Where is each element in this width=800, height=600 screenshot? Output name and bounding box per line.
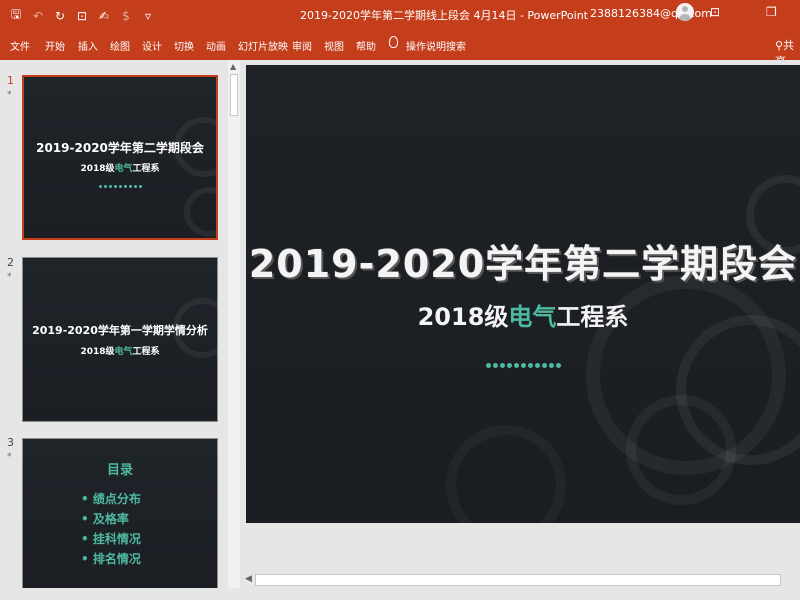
toc-item: 绩点分布 <box>81 489 141 509</box>
decorative-gear <box>184 187 216 237</box>
scroll-left-icon[interactable]: ◀ <box>245 574 252 584</box>
decorative-gear <box>446 425 566 523</box>
tell-me-search[interactable]: 操作说明搜索 <box>406 38 466 53</box>
tab-transitions[interactable]: 切换 <box>174 38 194 53</box>
window-title: 2019-2020学年第二学期线上段会 4月14日 - PowerPoint <box>300 9 588 22</box>
customize-qat-icon[interactable]: ▿ <box>140 9 156 23</box>
tab-design[interactable]: 设计 <box>142 38 162 53</box>
thumbnail-subtitle: 2018级电气工程系 <box>80 347 160 357</box>
slide-thumbnail-2[interactable]: 2019-2020学年第一学期学情分析 2018级电气工程系 <box>22 257 218 422</box>
dot-decoration <box>24 183 216 188</box>
from-beginning-icon[interactable]: ⊡ <box>74 9 90 23</box>
tab-draw[interactable]: 绘图 <box>110 38 130 53</box>
tab-animations[interactable]: 动画 <box>206 38 226 53</box>
tab-review[interactable]: 审阅 <box>292 38 312 53</box>
scrollbar-thumb[interactable] <box>255 574 781 586</box>
slide-thumbnail-3[interactable]: 目录 绩点分布 及格率 挂科情况 排名情况 <box>22 438 218 600</box>
ribbon-display-options-icon[interactable]: ⊡ <box>710 5 720 19</box>
slide-canvas[interactable]: 2019-2020学年第二学期段会 2018级电气工程系 <box>246 65 800 523</box>
currency-icon[interactable]: $ <box>118 9 134 23</box>
slide-number: 2 <box>7 256 14 269</box>
slide-thumbnail-pane: 1 * 2019-2020学年第二学期段会 2018级电气工程系 2 * 201… <box>0 60 241 600</box>
slide-number: 3 <box>7 436 14 449</box>
touch-mode-icon[interactable]: ✍ <box>96 9 112 23</box>
dot-decoration <box>246 363 800 368</box>
toc-list: 绩点分布 及格率 挂科情况 排名情况 <box>81 489 141 569</box>
toc-item: 及格率 <box>81 509 141 529</box>
lightbulb-icon <box>389 36 398 48</box>
editor-horizontal-scrollbar[interactable]: ◀ <box>241 572 800 588</box>
tab-insert[interactable]: 插入 <box>78 38 98 53</box>
slide-subtitle[interactable]: 2018级电气工程系 <box>246 297 800 332</box>
toc-item: 挂科情况 <box>81 529 141 549</box>
restore-window-icon[interactable]: ❐ <box>766 5 777 19</box>
slide-number: 1 <box>7 74 14 87</box>
animation-marker: * <box>7 452 12 462</box>
thumbnail-subtitle: 2018级电气工程系 <box>80 164 160 174</box>
title-bar: 🖫 ↶ ↻ ⊡ ✍ $ ▿ 2019-2020学年第二学期线上段会 4月14日 … <box>0 0 800 28</box>
scroll-up-icon[interactable]: ▲ <box>230 62 236 71</box>
thumbnail-scrollbar[interactable]: ▲ <box>228 60 240 600</box>
toc-item: 排名情况 <box>81 549 141 569</box>
slide-editor: 2019-2020学年第二学期段会 2018级电气工程系 <box>241 60 800 600</box>
decorative-gear <box>626 395 736 505</box>
scrollbar-thumb[interactable] <box>230 74 238 116</box>
redo-icon[interactable]: ↻ <box>52 9 68 23</box>
tab-slideshow[interactable]: 幻灯片放映 <box>238 38 288 53</box>
toc-title: 目录 <box>106 463 133 478</box>
slide-title[interactable]: 2019-2020学年第二学期段会 <box>246 233 800 288</box>
animation-marker: * <box>7 272 12 282</box>
tab-file[interactable]: 文件 <box>10 38 30 53</box>
tab-home[interactable]: 开始 <box>45 38 65 53</box>
tab-view[interactable]: 视图 <box>324 38 344 53</box>
ribbon-tabs: 文件 开始 插入 绘图 设计 切换 动画 幻灯片放映 审阅 视图 帮助 操作说明… <box>0 28 800 68</box>
quick-access-toolbar: 🖫 ↶ ↻ ⊡ ✍ $ ▿ <box>8 5 156 26</box>
status-bar <box>0 588 800 600</box>
avatar[interactable] <box>676 3 694 21</box>
slide-thumbnail-1[interactable]: 2019-2020学年第二学期段会 2018级电气工程系 <box>22 75 218 240</box>
undo-icon[interactable]: ↶ <box>30 9 46 23</box>
animation-marker: * <box>7 90 12 100</box>
thumbnail-title: 2019-2020学年第二学期段会 <box>36 141 204 155</box>
thumbnail-title: 2019-2020学年第一学期学情分析 <box>32 324 208 337</box>
save-icon[interactable]: 🖫 <box>8 5 24 26</box>
tab-help[interactable]: 帮助 <box>356 38 376 53</box>
